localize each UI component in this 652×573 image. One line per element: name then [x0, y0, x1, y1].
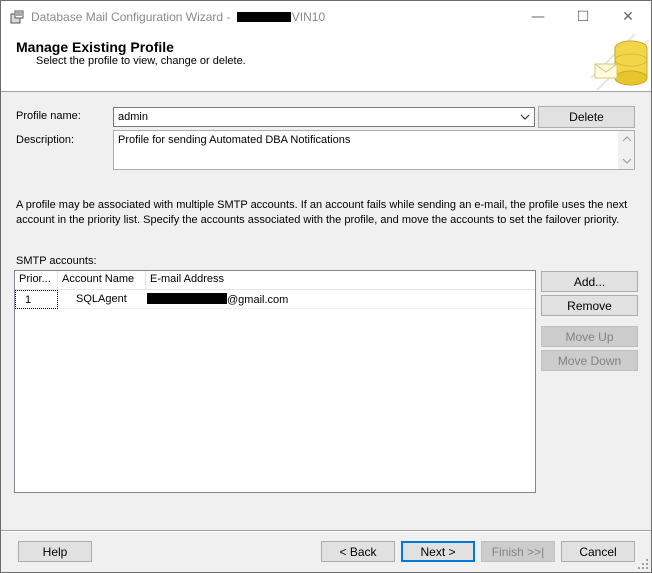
add-account-button[interactable]: Add...: [541, 271, 638, 292]
description-textarea[interactable]: Profile for sending Automated DBA Notifi…: [113, 130, 635, 170]
scroll-down-icon[interactable]: [622, 156, 632, 166]
column-header-email[interactable]: E-mail Address: [146, 271, 535, 290]
profile-name-value: admin: [118, 111, 148, 123]
title-bar[interactable]: Database Mail Configuration Wizard - VIN…: [1, 1, 651, 32]
minimize-button[interactable]: —: [515, 1, 561, 32]
profile-name-dropdown[interactable]: admin: [113, 107, 535, 127]
row-email: @gmail.com: [147, 290, 288, 309]
database-mail-graphic-icon: [591, 34, 649, 90]
row-email-suffix: @gmail.com: [227, 294, 289, 306]
page-title: Manage Existing Profile: [16, 39, 174, 55]
footer-divider-highlight: [1, 531, 651, 532]
description-scrollbar[interactable]: [618, 131, 634, 169]
move-up-button[interactable]: Move Up: [541, 326, 638, 347]
page-subtitle: Select the profile to view, change or de…: [36, 55, 246, 67]
next-button[interactable]: Next >: [401, 541, 475, 562]
smtp-accounts-list[interactable]: Prior... Account Name E-mail Address 1 S…: [14, 270, 536, 493]
finish-button[interactable]: Finish >>|: [481, 541, 555, 562]
scroll-up-icon[interactable]: [622, 134, 632, 144]
wizard-window: Database Mail Configuration Wizard - VIN…: [0, 0, 652, 573]
close-button[interactable]: ✕: [605, 1, 651, 32]
row-priority: 1: [15, 290, 58, 309]
cancel-button[interactable]: Cancel: [561, 541, 635, 562]
delete-button[interactable]: Delete: [538, 106, 635, 128]
redacted-block: [147, 293, 227, 304]
redacted-block: [236, 12, 291, 22]
info-text: A profile may be associated with multipl…: [16, 199, 628, 226]
database-mail-icon: [10, 10, 24, 24]
description-label: Description:: [16, 134, 75, 146]
back-button[interactable]: < Back: [321, 541, 395, 562]
column-header-priority[interactable]: Prior...: [15, 271, 58, 290]
table-row[interactable]: 1 SQLAgent @gmail.com: [15, 290, 535, 309]
description-value: Profile for sending Automated DBA Notifi…: [118, 134, 351, 146]
chevron-down-icon: [520, 114, 530, 120]
profile-name-label: Profile name:: [16, 110, 81, 122]
list-header: Prior... Account Name E-mail Address: [15, 271, 535, 290]
resize-grip-icon[interactable]: [637, 558, 649, 570]
maximize-button[interactable]: ☐: [560, 1, 606, 32]
move-down-button[interactable]: Move Down: [541, 350, 638, 371]
column-header-account-name[interactable]: Account Name: [58, 271, 146, 290]
help-button[interactable]: Help: [18, 541, 92, 562]
wizard-header: Manage Existing Profile Select the profi…: [1, 32, 651, 92]
window-title-prefix: Database Mail Configuration Wizard -: [31, 10, 234, 24]
window-title: Database Mail Configuration Wizard - VIN…: [31, 10, 325, 24]
remove-account-button[interactable]: Remove: [541, 295, 638, 316]
row-account-name: SQLAgent: [76, 293, 127, 305]
smtp-accounts-label: SMTP accounts:: [16, 255, 97, 267]
window-title-suffix: VIN10: [291, 10, 326, 24]
